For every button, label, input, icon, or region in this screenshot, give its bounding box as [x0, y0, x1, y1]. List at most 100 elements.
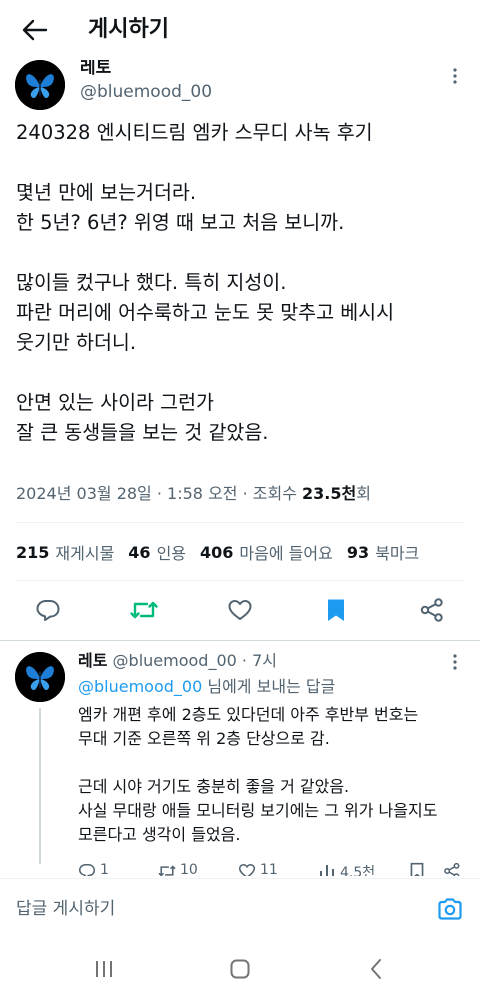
likes-label[interactable]: 마음에 들어요 — [239, 540, 332, 564]
author-name[interactable]: 레토 — [80, 58, 111, 78]
app-root: 게시하기 레토 @bluemood_00 240328 엔시티드림 엠카 스무디… — [0, 0, 480, 999]
system-back-button[interactable] — [360, 954, 392, 984]
reply-mention-link[interactable]: @bluemood_00 — [78, 677, 202, 696]
post-line: 한 5년? 6년? 위영 때 보고 처음 보니까. — [16, 211, 345, 234]
more-vertical-icon — [453, 654, 457, 670]
chevron-left-icon — [371, 959, 381, 979]
share-icon — [420, 598, 443, 622]
bar-chart-icon — [320, 865, 334, 876]
more-vertical-icon — [453, 68, 457, 84]
line-break — [16, 148, 466, 178]
heart-icon — [228, 600, 252, 620]
reposts-count[interactable]: 215 — [16, 543, 49, 562]
recents-button[interactable] — [88, 954, 120, 984]
arrow-left-icon — [22, 19, 48, 41]
bookmark-icon — [328, 599, 344, 621]
reply-input[interactable]: 답글 게시하기 — [16, 897, 115, 921]
divider — [16, 580, 464, 581]
reposts-label[interactable]: 재게시물 — [55, 540, 114, 564]
camera-icon — [438, 898, 462, 920]
top-bar: 게시하기 — [0, 0, 480, 60]
reply-line: 무대 기준 오른쪽 위 2층 단상으로 감. — [78, 729, 330, 748]
views-unit: 회 — [356, 484, 371, 503]
reply-to-suffix: 님에게 보내는 답글 — [202, 677, 336, 696]
reply-views-button[interactable]: 4.5천 — [318, 862, 375, 876]
home-icon — [230, 959, 250, 979]
line-break — [16, 238, 466, 268]
reply-repost-button[interactable]: 10 — [158, 862, 198, 876]
page-title: 게시하기 — [88, 17, 169, 42]
quotes-label[interactable]: 인용 — [157, 540, 186, 564]
butterfly-avatar-image — [15, 60, 65, 110]
reply-share-button[interactable] — [443, 862, 465, 876]
views-count: 4.5천 — [340, 865, 376, 876]
views-count[interactable]: 23.5천 — [302, 484, 356, 503]
likes-count[interactable]: 406 — [200, 543, 233, 562]
post-time[interactable]: 1:58 오전 — [167, 484, 237, 503]
post-line: 240328 엔시티드림 엠카 스무디 사녹 후기 — [16, 121, 373, 144]
divider — [16, 522, 464, 523]
reply-line: 사실 무대랑 애들 모니터링 보기에는 그 위가 나을지도 — [78, 801, 438, 820]
reply-count: 1 — [100, 862, 109, 876]
system-navigation-bar — [0, 938, 480, 999]
reply-author-name[interactable]: 레토 — [78, 651, 107, 670]
quotes-count[interactable]: 46 — [128, 543, 150, 562]
repost-icon — [130, 601, 158, 619]
comment-icon — [36, 600, 60, 621]
reply-author-handle[interactable]: @bluemood_00 — [113, 651, 237, 670]
comment-icon — [78, 864, 96, 876]
bookmark-icon — [410, 862, 424, 876]
separator: · — [236, 651, 253, 670]
post-action-bar — [0, 590, 480, 630]
bookmarks-count[interactable]: 93 — [347, 543, 369, 562]
more-options-button[interactable] — [440, 66, 470, 86]
reply-line: 근데 시야 거기도 충분히 좋을 거 같았음. — [78, 777, 350, 796]
post-text: 240328 엔시티드림 엠카 스무디 사녹 후기 몇년 만에 보는거더라. 한… — [16, 118, 466, 448]
recents-icon — [96, 961, 112, 977]
share-icon — [444, 862, 460, 876]
post-timestamp-views: 2024년 03월 28일 · 1:58 오전 · 조회수 23.5천회 — [16, 482, 371, 506]
reply-line: 모른다고 생각이 들었음. — [78, 825, 241, 844]
post-line: 많이들 컸구나 했다. 특히 지성이. — [16, 271, 287, 294]
reply-text: 엠카 개편 후에 2층도 있다던데 아주 후반부 번호는 무대 기준 오른쪽 위… — [78, 703, 468, 847]
post-line: 웃기만 하더니. — [16, 331, 137, 354]
home-button[interactable] — [224, 954, 256, 984]
thread-connector-line — [39, 708, 41, 864]
separator: · — [151, 484, 168, 503]
reply-like-button[interactable]: 11 — [238, 862, 278, 876]
reply-action-bar: 1 10 11 4.5천 — [78, 862, 473, 876]
replying-to: @bluemood_00 님에게 보내는 답글 — [78, 676, 335, 698]
bookmark-button[interactable] — [320, 594, 352, 626]
add-media-button[interactable] — [434, 893, 466, 925]
like-button[interactable] — [224, 594, 256, 626]
reply-bookmark-button[interactable] — [408, 862, 430, 876]
views-label: 조회수 — [252, 484, 303, 503]
divider — [0, 640, 480, 641]
reply-more-options-button[interactable] — [440, 652, 470, 672]
share-button[interactable] — [416, 594, 448, 626]
repost-button[interactable] — [128, 594, 160, 626]
back-button[interactable] — [18, 14, 52, 46]
author-handle[interactable]: @bluemood_00 — [80, 82, 212, 102]
line-break — [16, 358, 466, 388]
author-avatar[interactable] — [15, 60, 65, 110]
reply-author-avatar[interactable] — [15, 652, 65, 702]
reply-time[interactable]: 7시 — [252, 651, 277, 670]
reply-reply-button[interactable]: 1 — [78, 862, 109, 876]
reply-compose-bar[interactable]: 답글 게시하기 — [0, 878, 480, 938]
reply-button[interactable] — [32, 594, 64, 626]
like-count: 11 — [260, 862, 278, 876]
post-line: 몇년 만에 보는거더라. — [16, 181, 197, 204]
reply-line: 엠카 개편 후에 2층도 있다던데 아주 후반부 번호는 — [78, 705, 419, 724]
post-line: 안면 있는 사이라 그런가 — [16, 391, 214, 414]
post-line: 잘 큰 동생들을 보는 것 같았음. — [16, 421, 269, 444]
separator: · — [237, 484, 253, 503]
heart-icon — [238, 864, 256, 876]
repost-count: 10 — [180, 862, 198, 876]
bookmarks-label[interactable]: 북마크 — [375, 540, 419, 564]
post-date[interactable]: 2024년 03월 28일 — [16, 484, 152, 503]
post-line: 파란 머리에 어수룩하고 눈도 못 맞추고 베시시 — [16, 301, 395, 324]
repost-icon — [158, 865, 176, 876]
engagement-stats: 215 재게시물 46 인용 406 마음에 들어요 93 북마크 — [16, 538, 433, 566]
butterfly-avatar-image — [15, 652, 65, 702]
